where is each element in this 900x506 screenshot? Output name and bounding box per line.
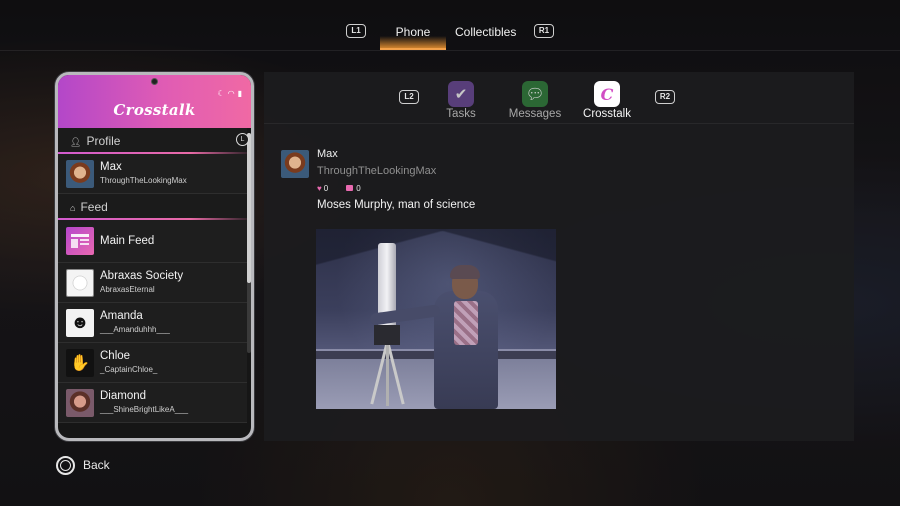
tab-crosstalk[interactable]: C Crosstalk (577, 81, 637, 120)
comment-icon (346, 185, 354, 191)
avatar: ☻ (66, 308, 94, 337)
avatar (66, 159, 94, 188)
post-caption: Moses Murphy, man of science (317, 199, 476, 211)
feed-section-header: ⌂ Feed (58, 194, 247, 220)
post-photo (316, 229, 556, 409)
list-item-chloe[interactable]: ✋ Chloe _CaptainChloe_ (58, 343, 247, 383)
feed-handle: _CaptainChloe_ (100, 365, 158, 374)
crosstalk-icon: C (594, 81, 620, 107)
l2-button-hint[interactable]: L2 (399, 90, 419, 104)
tab-collectibles[interactable]: Collectibles (455, 22, 525, 50)
person-icon: 👤︎ (70, 137, 82, 147)
messages-icon: 💬︎ (522, 81, 548, 107)
phone-header: ☾ ◠ ▮ Crosstalk (58, 75, 251, 128)
list-item-amanda[interactable]: ☻ Amanda ___Amanduhhh___ (58, 303, 247, 343)
feed-handle: AbraxasEternal (100, 285, 155, 294)
wifi-icon: ◠ (227, 89, 235, 98)
avatar (66, 268, 94, 297)
profile-handle: ThroughTheLookingMax (100, 176, 187, 185)
l1-button-hint[interactable]: L1 (346, 24, 366, 38)
post-author: Max (317, 148, 338, 160)
left-stick-hint: L (236, 133, 249, 146)
comments-count: 0 (356, 184, 361, 193)
tab-label: Messages (508, 108, 562, 120)
tab-label: Tasks (446, 108, 476, 120)
profile-section-label: Profile (86, 134, 121, 148)
back-label: Back (83, 458, 110, 472)
feed-name: Main Feed (100, 235, 155, 247)
r2-button-hint[interactable]: R2 (655, 90, 675, 104)
heart-icon: ♥ (317, 184, 322, 193)
list-item-diamond[interactable]: Diamond ___ShineBrightLikeA___ (58, 383, 247, 423)
person-scarf (454, 301, 478, 345)
post-avatar (281, 150, 309, 178)
profile-row[interactable]: Max ThroughTheLookingMax (58, 154, 247, 194)
likes-count: 0 (323, 184, 329, 193)
scrollbar[interactable] (247, 133, 251, 353)
feed-handle: ___ShineBrightLikeA___ (100, 405, 189, 414)
feed-name: Abraxas Society (100, 270, 184, 282)
feed-icon (66, 227, 94, 255)
phone-device: ☾ ◠ ▮ Crosstalk 👤︎ Profile Max ThroughThe… (55, 72, 254, 441)
status-bar: ☾ ◠ ▮ (217, 89, 242, 98)
tripod-leg (386, 341, 389, 406)
person-hat (450, 265, 480, 279)
telescope-mount (374, 325, 400, 345)
post-stats: ♥ 0 0 (317, 184, 361, 193)
back-button[interactable]: Back (56, 455, 110, 475)
app-title: Crosstalk (113, 101, 196, 119)
circle-button-icon (56, 455, 75, 475)
likes-stat: ♥ 0 (317, 184, 328, 193)
avatar: ✋ (66, 348, 94, 377)
app-tabs: L2 ✔ Tasks 💬︎ Messages C Crosstalk R2 (264, 72, 854, 124)
profile-section-header: 👤︎ Profile (58, 128, 247, 154)
scrollbar-thumb[interactable] (247, 133, 251, 283)
battery-icon: ▮ (237, 89, 242, 98)
feed-name: Chloe (100, 350, 131, 362)
feed-section-label: Feed (80, 200, 108, 214)
list-item-abraxas[interactable]: Abraxas Society AbraxasEternal (58, 263, 247, 303)
comments-stat: 0 (346, 184, 361, 193)
tasks-icon: ✔ (448, 81, 474, 107)
camera-icon (151, 78, 158, 85)
feed-handle: ___Amanduhhh___ (100, 325, 170, 334)
feed-name: Diamond (100, 390, 147, 402)
tab-phone[interactable]: Phone (380, 22, 446, 50)
top-nav-divider (0, 50, 900, 51)
crosstalk-panel: L2 ✔ Tasks 💬︎ Messages C Crosstalk R2 Ma… (264, 72, 854, 441)
tab-label: Crosstalk (583, 108, 631, 120)
r1-button-hint[interactable]: R1 (534, 24, 554, 38)
avatar (66, 388, 94, 417)
feed-name: Amanda (100, 310, 143, 322)
top-nav: L1 Phone Collectibles R1 (0, 0, 900, 58)
tab-tasks[interactable]: ✔ Tasks (431, 81, 491, 120)
list-item-main-feed[interactable]: Main Feed (58, 220, 247, 263)
phone-body: 👤︎ Profile Max ThroughTheLookingMax ⌂ Feed… (58, 128, 247, 438)
profile-name: Max (100, 161, 122, 173)
post-handle: ThroughTheLookingMax (317, 165, 437, 177)
moon-icon: ☾ (217, 89, 225, 98)
home-icon: ⌂ (70, 203, 76, 213)
tab-messages[interactable]: 💬︎ Messages (505, 81, 565, 120)
